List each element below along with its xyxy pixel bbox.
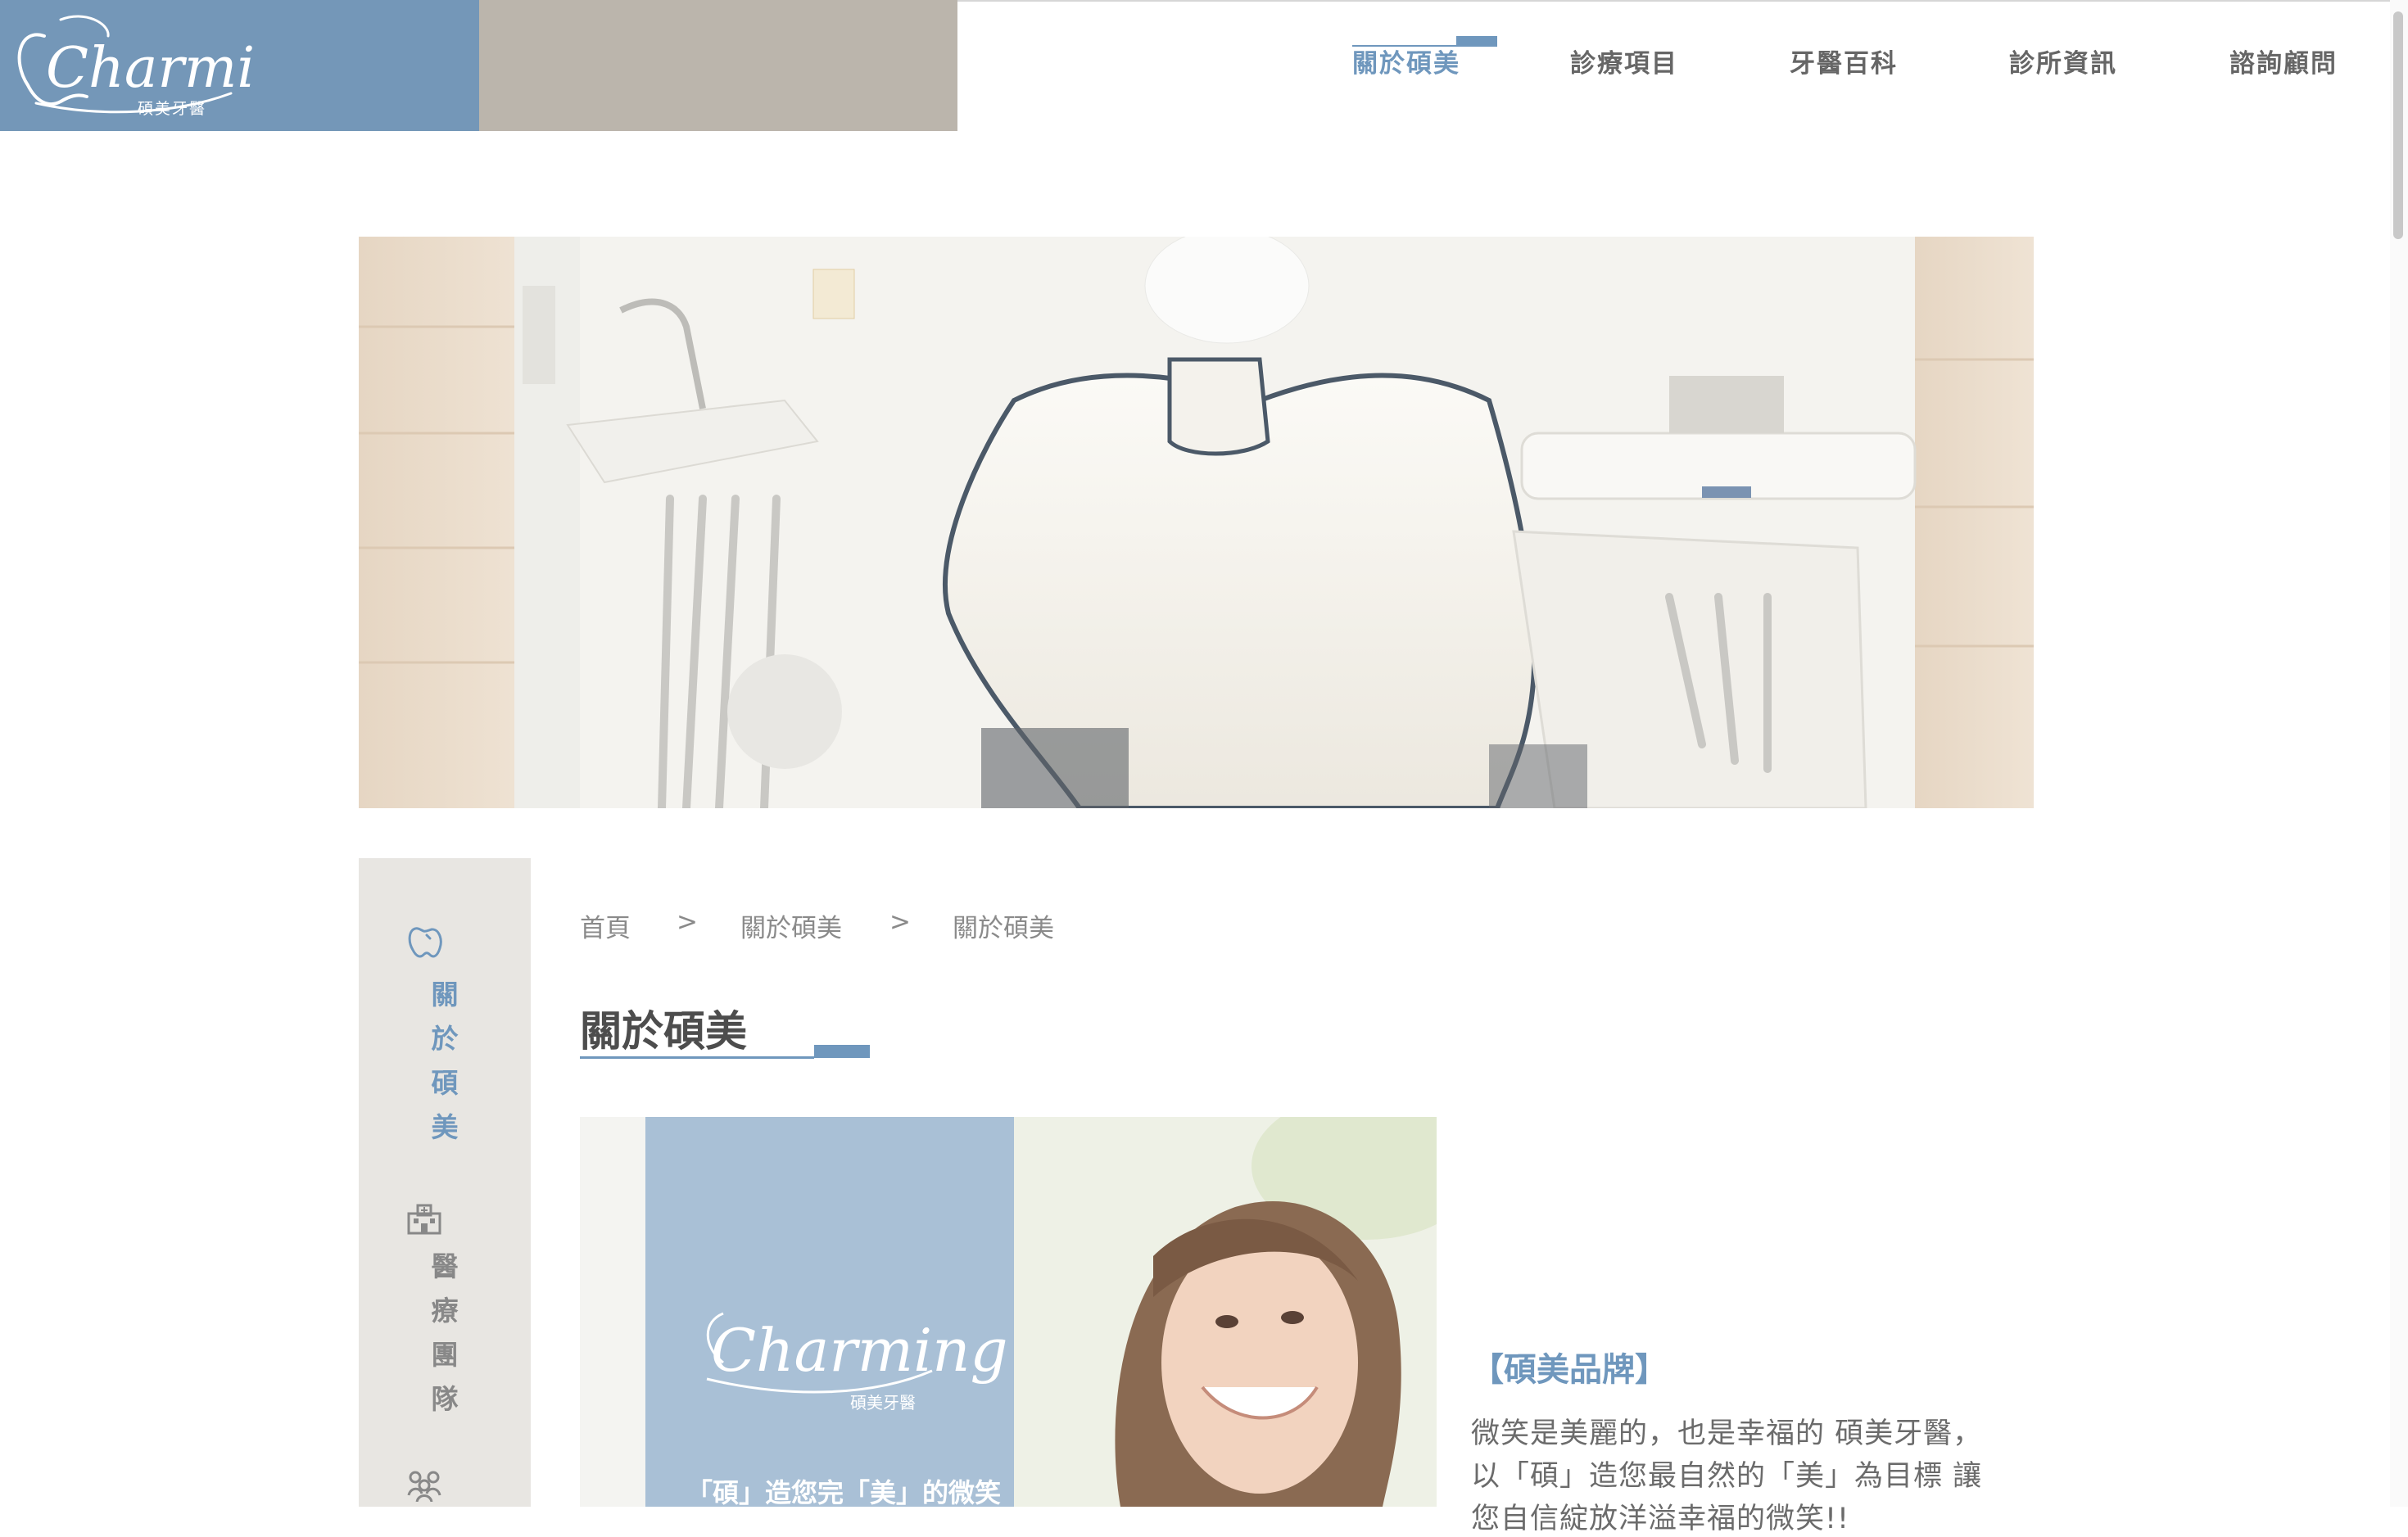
dental-clinic-photo <box>359 237 2034 808</box>
site-logo[interactable]: Charming 碩美牙醫 <box>0 0 479 131</box>
logo-subtitle: 碩美牙醫 <box>138 100 207 118</box>
breadcrumb-home[interactable]: 首頁 <box>580 907 631 944</box>
breadcrumb-separator: > <box>889 907 911 937</box>
brand-feature-image: Charming 碩美牙醫 「碩」造您完「美」的微笑 <box>580 1117 1437 1507</box>
label-char: 醫療團隊 <box>431 1250 459 1415</box>
side-item-label: 醫療團隊 <box>428 1245 461 1422</box>
feature-logo-subtitle: 碩美牙醫 <box>850 1393 916 1413</box>
brand-text-line: 您自信綻放洋溢幸福的微笑!! <box>1471 1503 1850 1535</box>
smiling-woman-photo: Charming 碩美牙醫 「碩」造您完「美」的微笑 <box>580 1117 1437 1507</box>
breadcrumb-current: 關於碩美 <box>953 914 1054 943</box>
tooth-icon <box>408 927 442 958</box>
side-item-label: 關於碩美 <box>428 973 461 1150</box>
title-underline <box>580 1056 814 1059</box>
label-char: 關於碩美 <box>431 979 459 1143</box>
nav-item-clinic-info[interactable]: 診所資訊 <box>2009 43 2117 84</box>
side-nav: 關於碩美 醫療團隊 <box>359 858 531 1507</box>
scrollbar-thumb[interactable] <box>2393 11 2403 239</box>
feature-slogan: 「碩」造您完「美」的微笑 <box>686 1477 1001 1507</box>
brand-text-line: 以「碩」造您最自然的「美」為目標 讓 <box>1471 1460 1983 1493</box>
brand-text-line: 微笑是美麗的，也是幸福的 碩美牙醫， <box>1471 1417 1983 1450</box>
breadcrumb-about[interactable]: 關於碩美 <box>740 907 842 944</box>
logo-tooth-mark: Charming <box>17 15 257 114</box>
page-scrollbar[interactable] <box>2390 0 2408 1507</box>
nav-active-marker <box>1456 36 1497 47</box>
nav-item-about[interactable]: 關於碩美 <box>1352 43 1460 84</box>
logo-script: Charming <box>46 36 257 101</box>
hero-banner-image <box>359 237 2034 808</box>
brand-heading: 【碩美品牌】 <box>1471 1351 1668 1389</box>
team-icon <box>407 1471 441 1502</box>
page-title: 關於碩美 <box>580 1008 748 1056</box>
title-marker <box>814 1045 870 1058</box>
feature-logo-script: Charming <box>711 1316 1008 1385</box>
header-accent-block <box>479 0 957 131</box>
nav-item-treatments[interactable]: 診療項目 <box>1570 43 1678 84</box>
breadcrumb-separator: > <box>677 907 698 937</box>
nav-item-consultation[interactable]: 諮詢顧問 <box>2229 43 2338 84</box>
building-icon <box>407 1204 441 1235</box>
nav-item-dental-wiki[interactable]: 牙醫百科 <box>1790 43 1898 84</box>
